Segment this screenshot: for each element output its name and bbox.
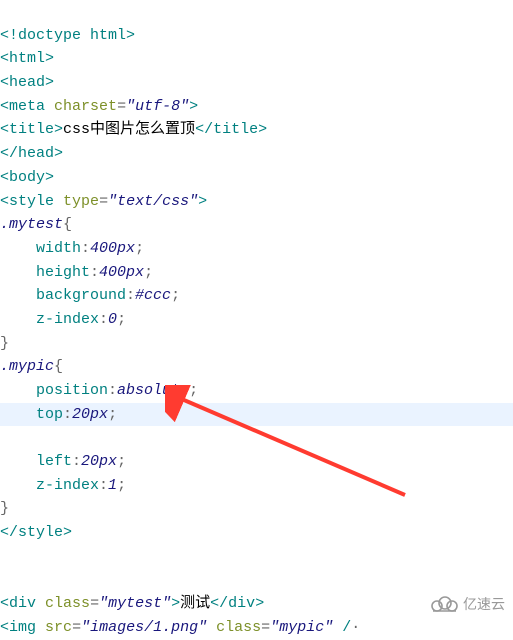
- watermark: 亿速云: [429, 593, 505, 615]
- line-head-open: <head>: [0, 74, 54, 91]
- line-mypic-close: }: [0, 500, 9, 517]
- line-mytest-sel: .mytest{: [0, 216, 72, 233]
- line-doctype: <!doctype html>: [0, 27, 135, 44]
- line-body-open: <body>: [0, 169, 54, 186]
- watermark-text: 亿速云: [463, 593, 505, 615]
- line-style-open: <style type="text/css">: [0, 193, 207, 210]
- line-mypic-z: z-index:1;: [0, 477, 126, 494]
- line-html-open: <html>: [0, 50, 54, 67]
- code-block: <!doctype html> <html> <head> <meta char…: [0, 0, 513, 640]
- line-mypic-top-highlighted: top:20px;: [0, 403, 513, 427]
- tag-close: >: [126, 27, 135, 44]
- line-mypic-left: left:20px;: [0, 453, 126, 470]
- tag-open: <!: [0, 27, 18, 44]
- line-mytest-close: }: [0, 335, 9, 352]
- line-title: <title>css中图片怎么置顶</title>: [0, 121, 267, 138]
- line-head-close: </head>: [0, 145, 63, 162]
- cloud-icon: [429, 595, 459, 613]
- line-mytest-bg: background:#ccc;: [0, 287, 180, 304]
- tag-name: doctype html: [18, 27, 126, 44]
- line-img: <img src="images/1.png" class="mypic" /·: [0, 619, 360, 636]
- line-mypic-sel: .mypic{: [0, 358, 63, 375]
- line-mytest-z: z-index:0;: [0, 311, 126, 328]
- line-mypic-pos: position:absolute;: [0, 382, 198, 399]
- line-style-close: </style>: [0, 524, 72, 541]
- line-div: <div class="mytest">测试</div>: [0, 595, 264, 612]
- line-mytest-height: height:400px;: [0, 264, 153, 281]
- line-mytest-width: width:400px;: [0, 240, 144, 257]
- line-meta: <meta charset="utf-8">: [0, 98, 198, 115]
